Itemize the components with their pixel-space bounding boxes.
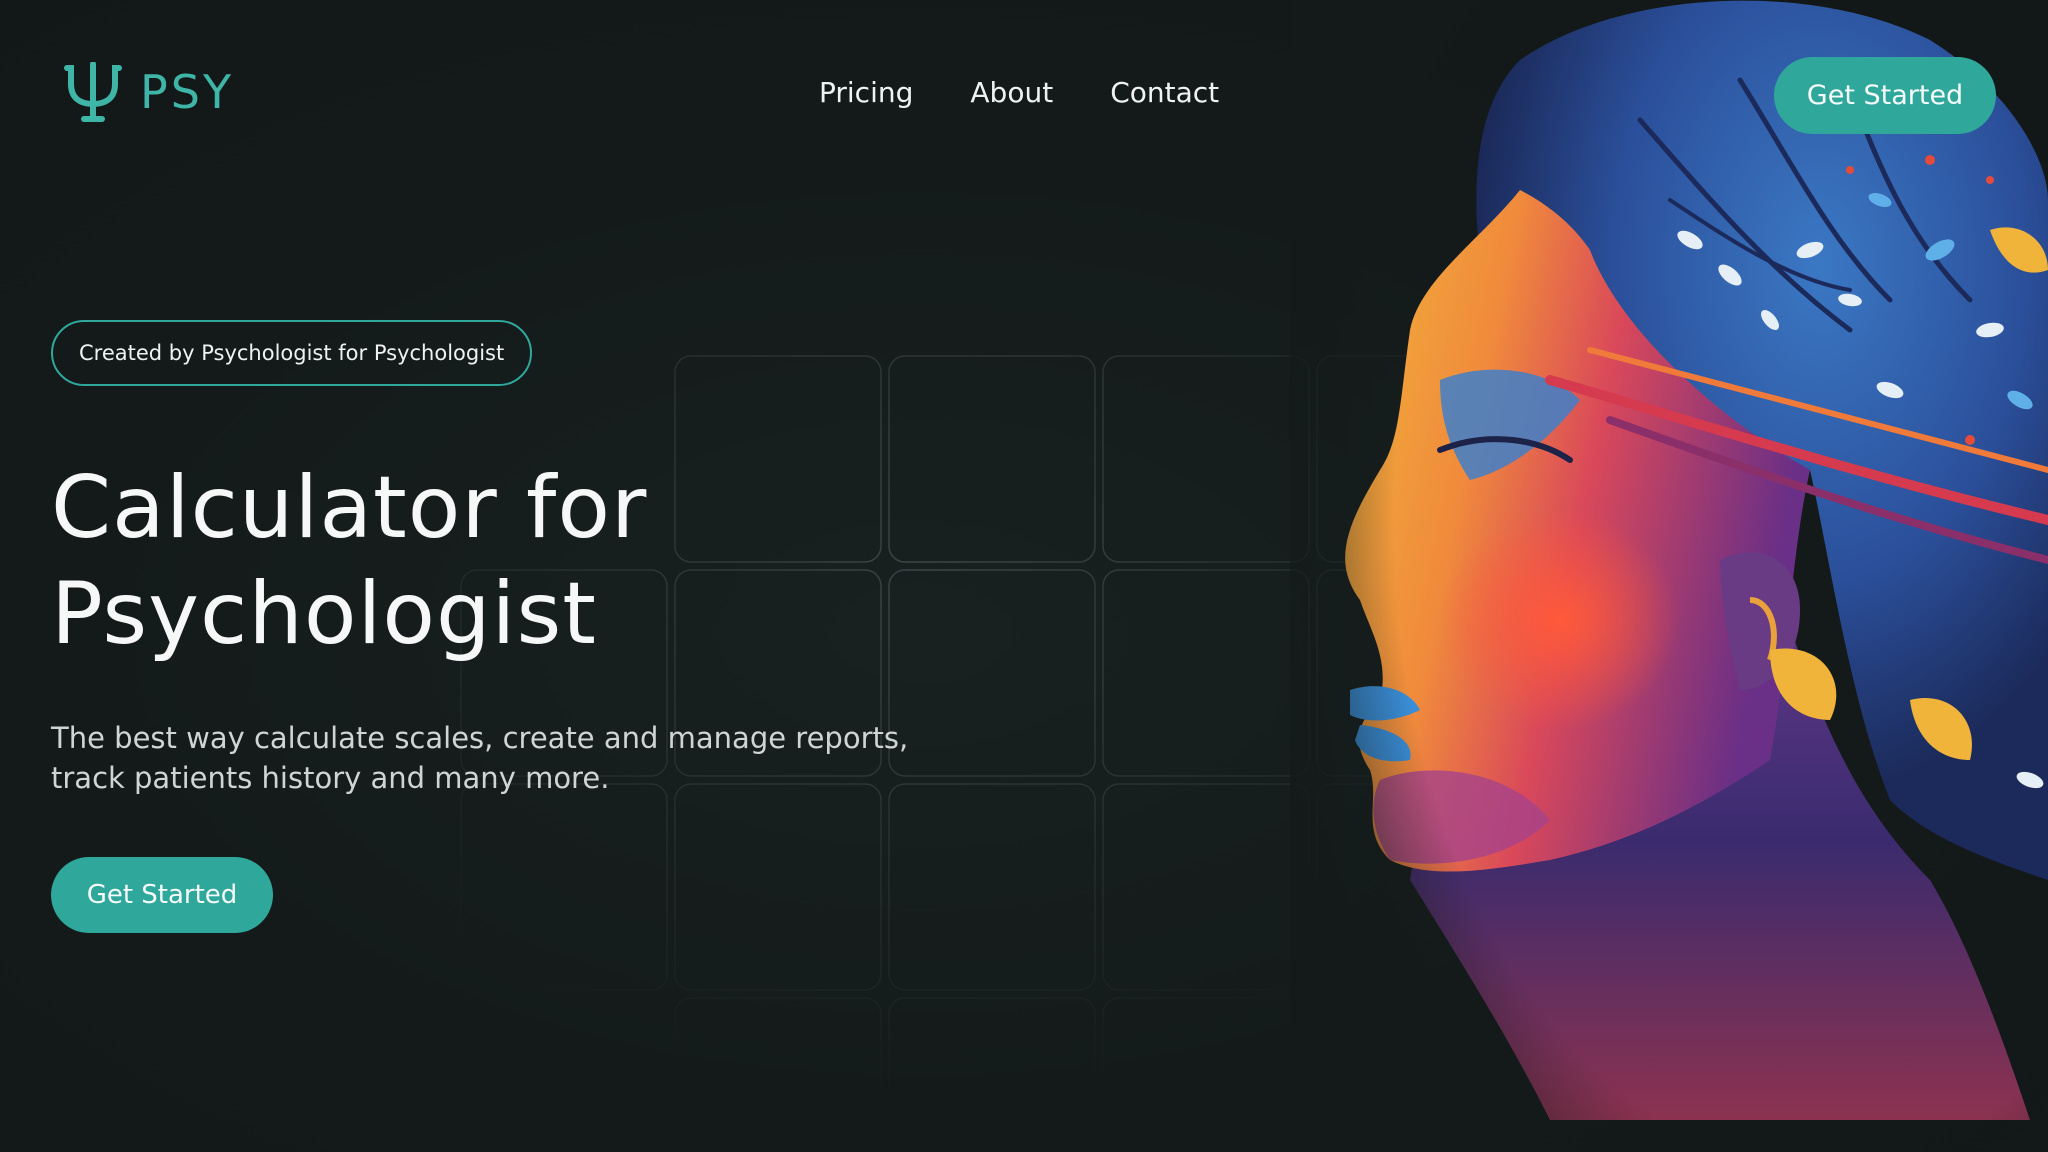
nav-link-about[interactable]: About [970,76,1053,109]
hero-subtitle-line-2: track patients history and many more. [51,761,610,795]
nav-link-pricing[interactable]: Pricing [819,76,913,109]
hero-subtitle: The best way calculate scales, create an… [51,718,908,798]
nav-link-contact[interactable]: Contact [1110,76,1219,109]
hero-get-started-button[interactable]: Get Started [51,857,273,933]
colorful-face-profile-illustration [1290,0,2048,1152]
brand-logo[interactable]: PSY [62,62,234,122]
landing-page: PSY Pricing About Contact Get Started Cr… [0,0,2048,1152]
main-nav: Pricing About Contact [819,76,1219,109]
hero-badge-text: Created by Psychologist for Psychologist [79,341,505,365]
hero-title-line-2: Psychologist [51,564,597,664]
hero-subtitle-line-1: The best way calculate scales, create an… [51,721,909,755]
hero-title-line-1: Calculator for [51,458,648,558]
hero-badge: Created by Psychologist for Psychologist [51,320,533,386]
hero-title: Calculator for Psychologist [51,455,647,667]
brand-name: PSY [140,65,235,119]
header-get-started-button[interactable]: Get Started [1774,57,1996,134]
psi-icon [62,62,124,122]
